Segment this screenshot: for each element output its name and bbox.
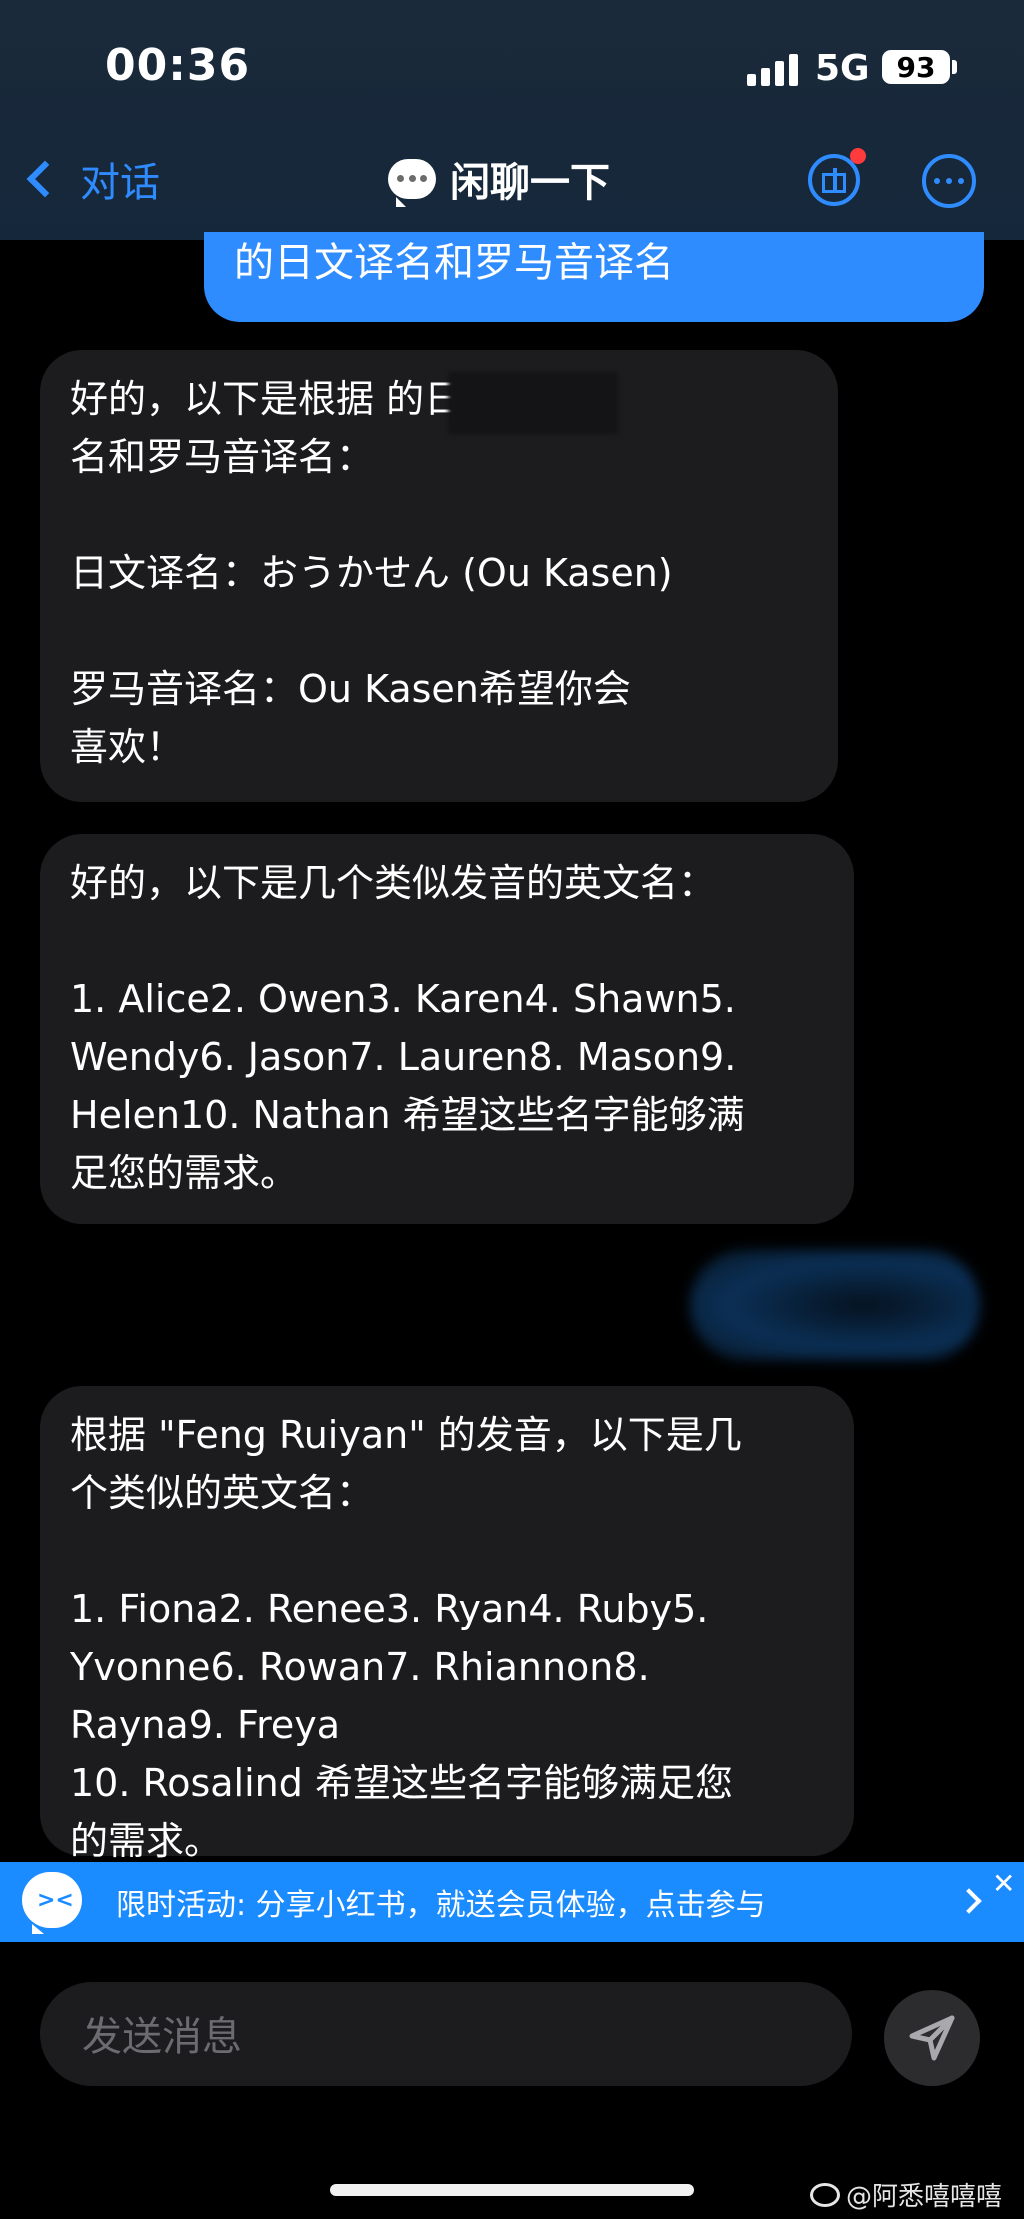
send-button[interactable] xyxy=(884,1990,980,2086)
redaction-blur xyxy=(448,372,618,434)
message-input[interactable] xyxy=(80,2008,824,2066)
close-icon[interactable]: ✕ xyxy=(992,1870,1015,1898)
more-dot-icon xyxy=(946,178,952,184)
promo-text: 限时活动: 分享小红书，就送会员体验，点击参与 xyxy=(116,1888,766,1923)
assistant-message[interactable]: 好的，以下是根据 的日文译 名和罗马音译名： 日文译名：おうかせん (Ou Ka… xyxy=(40,350,838,802)
nav-bar: 对话 闲聊一下 xyxy=(0,140,1024,220)
blurred-user-message xyxy=(690,1250,980,1360)
promo-chat-icon: >< xyxy=(22,1872,82,1934)
chevron-right-icon[interactable] xyxy=(956,1888,982,1914)
page-title: 闲聊一下 xyxy=(450,160,610,206)
battery-tip-icon xyxy=(952,60,957,74)
network-label: 5G xyxy=(815,48,870,89)
more-dot-icon xyxy=(934,178,940,184)
home-indicator xyxy=(330,2184,694,2196)
signal-icon xyxy=(747,52,801,86)
chat-title: 闲聊一下 xyxy=(388,150,610,208)
chevron-left-icon xyxy=(26,160,64,198)
assistant-message[interactable]: 根据 "Feng Ruiyan" 的发音，以下是几 个类似的英文名： 1. Fi… xyxy=(40,1386,854,1863)
back-button[interactable]: 对话 xyxy=(22,150,160,208)
gift-icon xyxy=(822,168,846,193)
weibo-icon xyxy=(810,2182,840,2207)
chat-bubble-icon xyxy=(388,159,436,207)
status-time: 00:36 xyxy=(105,40,251,91)
battery-level: 93 xyxy=(896,50,936,84)
user-message[interactable]: 的日文译名和罗马音译名 xyxy=(204,232,984,322)
send-icon xyxy=(909,2015,955,2061)
watermark: @阿悉嘻嘻嘻 xyxy=(810,2176,1002,2213)
back-label: 对话 xyxy=(80,160,160,206)
battery-icon: 93 xyxy=(882,50,950,84)
message-composer xyxy=(40,1982,852,2086)
top-bar: 00:36 5G 93 对话 闲聊一下 xyxy=(0,0,1024,240)
status-bar: 00:36 5G 93 xyxy=(0,0,1024,130)
more-options-button[interactable] xyxy=(922,154,976,208)
watermark-text: @阿悉嘻嘻嘻 xyxy=(846,2182,1003,2212)
promo-face-icon: >< xyxy=(37,1888,74,1913)
promo-banner[interactable]: >< 限时活动: 分享小红书，就送会员体验，点击参与 ✕ xyxy=(0,1862,1024,1942)
assistant-message[interactable]: 好的，以下是几个类似发音的英文名： 1. Alice2. Owen3. Kare… xyxy=(40,834,854,1224)
more-dot-icon xyxy=(958,178,964,184)
notification-dot xyxy=(850,148,866,164)
